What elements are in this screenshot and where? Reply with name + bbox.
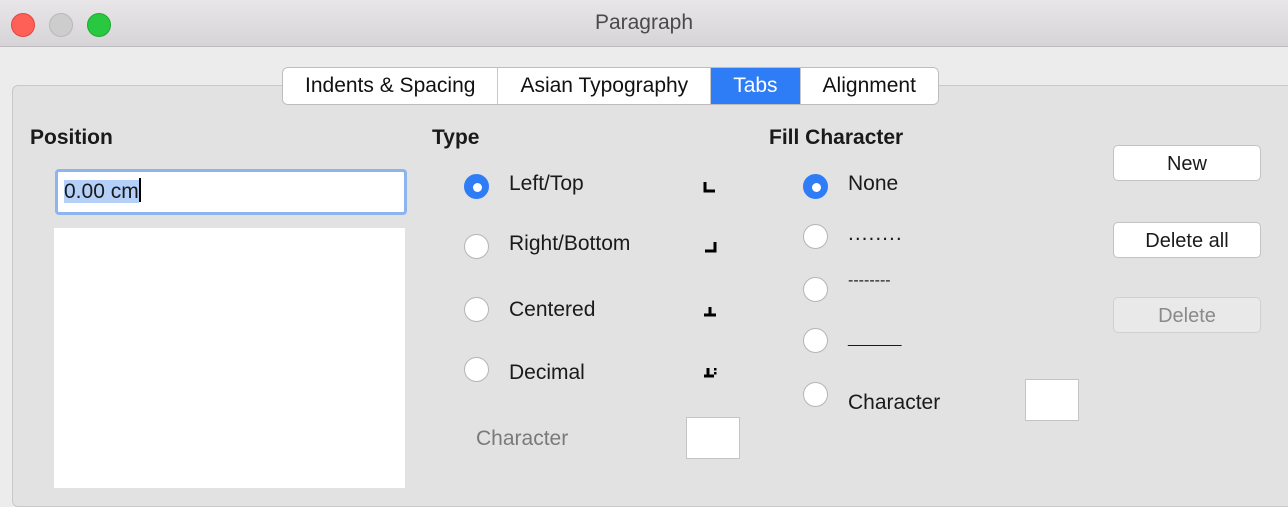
tab-asian-typography[interactable]: Asian Typography bbox=[498, 68, 712, 104]
window-title: Paragraph bbox=[594, 11, 694, 34]
type-centered-label: Centered bbox=[509, 298, 596, 321]
fill-dashes-label: -------- bbox=[848, 272, 891, 289]
tab-indents-spacing[interactable]: Indents & Spacing bbox=[283, 68, 499, 104]
position-list[interactable] bbox=[54, 228, 405, 488]
type-right-bottom-radio[interactable] bbox=[464, 234, 489, 259]
tab-right-icon bbox=[705, 242, 717, 253]
tab-center-icon bbox=[704, 307, 716, 317]
type-centered-radio[interactable] bbox=[464, 297, 489, 322]
type-right-bottom-label: Right/Bottom bbox=[509, 232, 631, 255]
text-caret bbox=[138, 178, 141, 202]
fill-character-label: Character bbox=[848, 391, 941, 414]
fill-dots-label: ........ bbox=[848, 222, 903, 245]
type-decimal-label: Decimal bbox=[509, 361, 585, 384]
delete-button[interactable]: Delete bbox=[1113, 297, 1261, 333]
position-heading: Position bbox=[30, 126, 113, 149]
type-decimal-radio[interactable] bbox=[464, 357, 489, 382]
new-button[interactable]: New bbox=[1113, 145, 1261, 181]
fill-dashes-radio[interactable] bbox=[803, 277, 828, 302]
fill-character-heading: Fill Character bbox=[769, 126, 904, 149]
title-bar: Paragraph bbox=[0, 0, 1288, 47]
tab-decimal-icon bbox=[704, 368, 717, 378]
fill-character-input[interactable] bbox=[1025, 379, 1079, 421]
position-input[interactable]: 0.00 cm bbox=[55, 169, 407, 215]
fill-dots-radio[interactable] bbox=[803, 224, 828, 249]
fill-none-label: None bbox=[848, 172, 899, 195]
type-left-top-radio[interactable] bbox=[464, 174, 489, 199]
fill-character-radio[interactable] bbox=[803, 382, 828, 407]
delete-all-button[interactable]: Delete all bbox=[1113, 222, 1261, 258]
type-left-top-label: Left/Top bbox=[509, 172, 584, 195]
fill-underline-radio[interactable] bbox=[803, 328, 828, 353]
position-value: 0.00 cm bbox=[64, 180, 139, 203]
tab-tabs[interactable]: Tabs bbox=[711, 68, 801, 104]
type-character-label: Character bbox=[476, 427, 569, 450]
tab-alignment[interactable]: Alignment bbox=[800, 68, 938, 104]
fill-none-radio[interactable] bbox=[803, 174, 828, 199]
tab-left-icon bbox=[703, 182, 715, 193]
tab-bar: Indents & Spacing Asian Typography Tabs … bbox=[282, 67, 939, 105]
fill-underline-label: ______ bbox=[848, 330, 902, 347]
type-heading: Type bbox=[432, 126, 480, 149]
type-character-input[interactable] bbox=[686, 417, 740, 459]
